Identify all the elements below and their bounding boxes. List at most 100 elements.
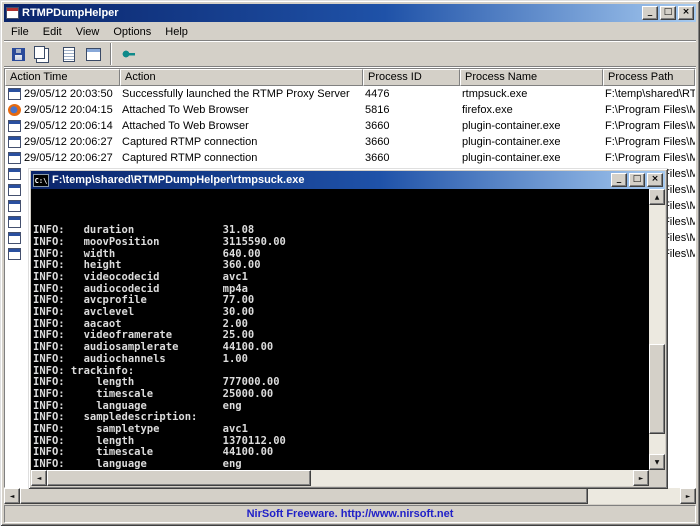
action: Attached To Web Browser [122,120,249,132]
scrollbar-thumb[interactable] [20,488,588,504]
action-time: 29/05/12 20:06:27 [24,152,113,164]
action-time: 29/05/12 20:04:15 [24,104,113,116]
scrollbar-track[interactable] [20,488,680,504]
scroll-up-icon[interactable]: ▲ [649,189,665,205]
console-line: INFO: timescale 25000.00 [33,387,274,400]
console-line: INFO: language eng [33,458,242,470]
console-title-bar[interactable]: C:\ F:\temp\shared\RTMPDumpHelper\rtmpsu… [31,171,665,189]
app-window-icon [8,136,21,148]
scrollbar-track[interactable] [47,470,633,486]
process-path: F:\Program Files\Mo [605,120,695,132]
app-window-icon [8,184,21,196]
title-bar[interactable]: RTMPDumpHelper _ □ × [4,4,696,22]
toolbar-separator[interactable] [107,43,115,65]
action-time: 29/05/12 20:06:14 [24,120,113,132]
process-name: plugin-container.exe [462,136,561,148]
scrollbar-track[interactable] [649,205,665,454]
exit-icon[interactable] [117,43,140,65]
toolbar [4,42,696,67]
save-icon[interactable] [7,43,30,65]
table-row[interactable]: 29/05/12 20:06:27 Captured RTMP connecti… [5,134,695,150]
console-title: F:\temp\shared\RTMPDumpHelper\rtmpsuck.e… [52,174,305,186]
properties-icon[interactable] [57,43,80,65]
process-path: F:\Program Files\Mo [605,104,695,116]
app-window-icon [8,200,21,212]
firefox-icon [8,104,21,116]
maximize-button[interactable]: □ [660,6,676,20]
column-header[interactable]: Process ID [363,69,460,86]
menu-item[interactable]: File [4,24,36,40]
process-path: F:\temp\shared\RTM [605,88,695,100]
console-maximize-button[interactable]: □ [629,173,645,187]
table-header: Action Time Action Process ID Process Name P… [5,69,695,86]
app-window-icon [8,88,21,100]
column-header[interactable]: Process Name [460,69,603,86]
process-id: 3660 [365,120,390,132]
process-name: plugin-container.exe [462,120,561,132]
process-name: rtmpsuck.exe [462,88,528,100]
console-vertical-scrollbar[interactable]: ▲ ▼ [649,189,665,470]
rtmpdumphelper-window: RTMPDumpHelper _ □ × File Edit View Options… [0,0,700,526]
menu-item[interactable]: View [69,24,107,40]
action: Captured RTMP connection [122,136,258,148]
column-header[interactable]: Action Time [5,69,120,86]
menu-item[interactable]: Help [158,24,195,40]
cmd-icon: C:\ [33,173,49,187]
status-bar: NirSoft Freeware. http://www.nirsoft.net [4,505,696,523]
action: Captured RTMP connection [122,152,258,164]
console-line: INFO: audiochannels 1.00 [33,352,248,365]
scrollbar-corner [649,470,665,486]
console-line: INFO: videocodecid avc1 [33,270,248,283]
table-row[interactable]: 29/05/12 20:04:15 Attached To Web Browse… [5,102,695,118]
process-path: F:\Program Files\Mo [605,136,695,148]
console-minimize-button[interactable]: _ [611,173,627,187]
process-name: firefox.exe [462,104,513,116]
table-row[interactable]: 29/05/12 20:03:50 Successfully launched … [5,86,695,102]
app-window-icon [8,216,21,228]
action: Successfully launched the RTMP Proxy Ser… [122,88,350,100]
console-line: INFO: moovPosition 3115590.00 [33,235,286,248]
process-id: 3660 [365,152,390,164]
app-window-icon [8,232,21,244]
menu-item[interactable]: Options [106,24,158,40]
menu-item[interactable]: Edit [36,24,69,40]
table-row[interactable]: 29/05/12 20:06:14 Attached To Web Browse… [5,118,695,134]
copy-icon[interactable] [32,43,55,65]
menu-bar: File Edit View Options Help [4,23,696,41]
window-title: RTMPDumpHelper [22,7,119,19]
scroll-down-icon[interactable]: ▼ [649,454,665,470]
scrollbar-thumb[interactable] [649,344,665,435]
console-horizontal-scrollbar[interactable]: ◄ ► [31,470,649,486]
app-window-icon [8,152,21,164]
app-window-icon [8,168,21,180]
process-id: 3660 [365,136,390,148]
column-header[interactable]: Action [120,69,363,86]
console-output: INFO: duration 31.08 INFO: moovPosition 3… [31,189,649,470]
minimize-button[interactable]: _ [642,6,658,20]
scroll-left-icon[interactable]: ◄ [31,470,47,486]
scroll-right-icon[interactable]: ► [633,470,649,486]
console-window: C:\ F:\temp\shared\RTMPDumpHelper\rtmpsu… [28,168,668,489]
process-id: 5816 [365,104,390,116]
app-icon [6,7,19,19]
close-button[interactable]: × [678,6,694,20]
action-time: 29/05/12 20:03:50 [24,88,113,100]
process-name: plugin-container.exe [462,152,561,164]
scroll-left-icon[interactable]: ◄ [4,488,20,504]
table-row[interactable]: 29/05/12 20:06:27 Captured RTMP connecti… [5,150,695,166]
scrollbar-thumb[interactable] [47,470,311,486]
console-close-button[interactable]: × [647,173,663,187]
status-panel: NirSoft Freeware. http://www.nirsoft.net [4,505,696,523]
scroll-right-icon[interactable]: ► [680,488,696,504]
nirsoft-link[interactable]: NirSoft Freeware. http://www.nirsoft.net [247,508,454,520]
app-window-icon [8,120,21,132]
console-line: INFO: avclevel 30.00 [33,306,255,319]
action-time: 29/05/12 20:06:27 [24,136,113,148]
horizontal-scrollbar[interactable]: ◄ ► [4,488,696,504]
app-window-icon [8,248,21,260]
process-path: F:\Program Files\Mo [605,152,695,164]
console-line: INFO: sampletype avc1 [33,423,248,436]
process-id: 4476 [365,88,390,100]
report-icon[interactable] [82,43,105,65]
column-header[interactable]: Process Path [603,69,695,86]
